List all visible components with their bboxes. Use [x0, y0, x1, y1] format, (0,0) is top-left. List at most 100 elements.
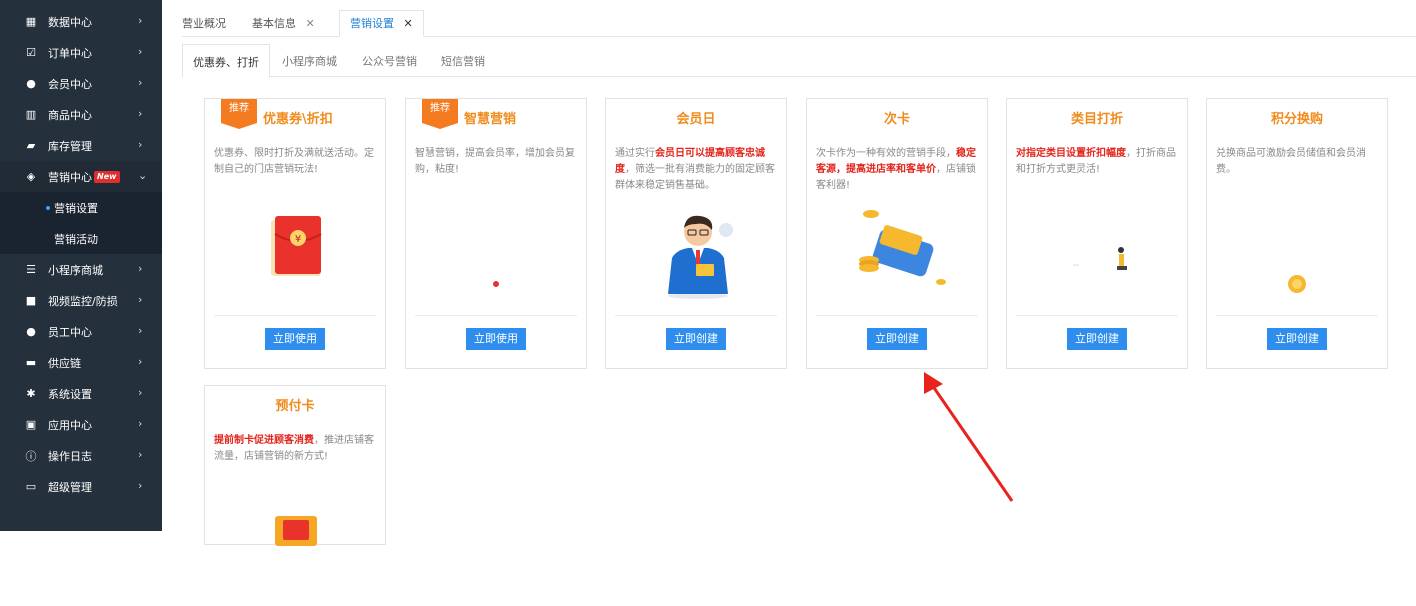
user-icon: ● — [26, 77, 36, 90]
close-icon[interactable]: ✕ — [404, 17, 413, 30]
card-description: 兑换商品可激励会员储值和会员消费。 — [1216, 146, 1379, 178]
sidebar-item-label: 会员中心 — [48, 77, 92, 91]
chevron-right-icon: › — [138, 448, 143, 461]
subtab-sms-marketing[interactable]: 短信营销 — [441, 44, 485, 77]
subtab-label: 公众号营销 — [362, 55, 417, 68]
create-now-button[interactable]: 立即创建 — [666, 328, 726, 350]
main-content: 营业概况 基本信息 ✕ 营销设置 ✕ 优惠券、打折 小程序商城 公众号营销 短信… — [162, 0, 1416, 546]
sidebar-item-system-settings[interactable]: ✱ 系统设置 › — [0, 378, 162, 409]
card-title: 类目打折 — [1070, 112, 1123, 127]
card-title: 智慧营销 — [464, 112, 517, 127]
tab-business-overview[interactable]: 营业概况 — [182, 11, 226, 37]
sidebar-item-product-center[interactable]: ▥ 商品中心 › — [0, 99, 162, 130]
sidebar-item-inventory[interactable]: ▰ 库存管理 › — [0, 130, 162, 161]
subtab-official-account-marketing[interactable]: 公众号营销 — [362, 44, 417, 77]
coin-illustration — [1207, 204, 1387, 304]
sidebar-item-marketing-center[interactable]: ◈ 营销中心 New ⌄ — [0, 161, 162, 192]
tab-label: 基本信息 — [252, 17, 296, 30]
card-description: 次卡作为一种有效的营销手段，稳定客源，提高进店率和客单价，店铺锁客利器! — [816, 146, 979, 194]
chevron-right-icon: › — [138, 76, 143, 89]
sidebar-item-label: 营销中心 — [48, 170, 92, 184]
card-divider — [415, 315, 577, 316]
subtab-label: 小程序商城 — [282, 55, 337, 68]
sidebar-subitem-label: 营销设置 — [54, 201, 98, 215]
card-title: 次卡 — [883, 112, 910, 127]
use-now-button[interactable]: 立即使用 — [265, 328, 325, 350]
staff-icon: ● — [26, 325, 36, 338]
create-now-button[interactable]: 立即创建 — [1067, 328, 1127, 350]
card-description: 提前制卡促进顾客消费，推进店铺客流量，店铺营销的新方式! — [214, 433, 377, 465]
prepaid-illustration — [205, 506, 385, 606]
card-title: 积分换购 — [1270, 112, 1323, 127]
subtab-coupons-discounts[interactable]: 优惠券、打折 — [182, 44, 270, 78]
card-description: 智慧营销，提高会员率，增加会员复购，粘度! — [415, 146, 578, 178]
briefcase-icon: ▣ — [25, 418, 37, 431]
new-badge: New — [94, 170, 120, 183]
books-icon: ▥ — [25, 108, 37, 121]
sidebar-item-supply-chain[interactable]: ▬ 供应链 › — [0, 347, 162, 378]
create-now-button[interactable]: 立即创建 — [1267, 328, 1327, 350]
card-description: 优惠券、限时打折及满就送活动。定制自己的门店营销玩法! — [214, 146, 377, 178]
card-description: 对指定类目设置折扣幅度，打折商品和打折方式更灵活! — [1016, 146, 1179, 178]
sidebar-item-label: 员工中心 — [48, 325, 92, 339]
video-icon: ■ — [25, 294, 37, 307]
use-now-button[interactable]: 立即使用 — [466, 328, 526, 350]
subtab-label: 短信营销 — [441, 55, 485, 68]
card-divider — [615, 315, 777, 316]
card-category-discount: 类目打折 对指定类目设置折扣幅度，打折商品和打折方式更灵活! 立即创建 — [1006, 98, 1188, 369]
sidebar-item-mini-program-mall[interactable]: ☰ 小程序商城 › — [0, 254, 162, 285]
svg-text:¥: ¥ — [295, 234, 301, 245]
sidebar-subitem-marketing-activities[interactable]: 营销活动 — [0, 223, 162, 254]
chevron-right-icon: › — [138, 45, 143, 58]
chevron-right-icon: › — [138, 417, 143, 430]
sidebar-item-super-admin[interactable]: ▭ 超级管理 › — [0, 471, 162, 502]
sidebar-item-label: 系统设置 — [48, 387, 92, 401]
sidebar-item-operation-log[interactable]: ⓘ 操作日志 › — [0, 440, 162, 471]
card-coupon-discount: 推荐 优惠券\折扣 优惠券、限时打折及满就送活动。定制自己的门店营销玩法! ¥ … — [204, 98, 386, 369]
sidebar-item-label: 供应链 — [48, 356, 81, 370]
desc-text: 兑换商品可激励会员储值和会员消费。 — [1216, 148, 1366, 175]
tag-icon: ◈ — [26, 170, 36, 183]
businessman-illustration — [606, 204, 786, 304]
info-icon: ⓘ — [25, 449, 37, 463]
book-icon: ▰ — [26, 139, 36, 152]
active-dot-icon — [46, 205, 50, 210]
card-prepaid-card: 预付卡 提前制卡促进顾客消费，推进店铺客流量，店铺营销的新方式! — [204, 385, 386, 546]
chevron-right-icon: › — [138, 479, 143, 492]
card-divider — [214, 315, 376, 316]
chevron-right-icon: › — [138, 293, 143, 306]
page-tabs: 营业概况 基本信息 ✕ 营销设置 ✕ — [182, 10, 1416, 37]
tab-basic-info[interactable]: 基本信息 ✕ — [252, 11, 315, 37]
sidebar-item-data-center[interactable]: ▦ 数据中心 › — [0, 6, 162, 37]
sidebar-item-video-monitoring[interactable]: ■ 视频监控/防损 › — [0, 285, 162, 316]
desc-text: 次卡作为一种有效的营销手段， — [816, 148, 956, 159]
close-icon[interactable]: ✕ — [306, 17, 315, 30]
sidebar-item-label: 库存管理 — [48, 139, 92, 153]
card-times-card: 次卡 次卡作为一种有效的营销手段，稳定客源，提高进店率和客单价，店铺锁客利器! … — [806, 98, 988, 369]
sidebar-item-label: 商品中心 — [48, 108, 92, 122]
card-title: 预付卡 — [275, 399, 315, 414]
card-title: 会员日 — [676, 112, 716, 127]
card-divider — [1216, 315, 1378, 316]
tab-label: 营业概况 — [182, 17, 226, 30]
loading-dot-illustration — [406, 204, 586, 304]
subtab-label: 优惠券、打折 — [193, 56, 259, 69]
sidebar-item-label: 数据中心 — [48, 15, 92, 29]
subtab-mini-program-mall[interactable]: 小程序商城 — [282, 44, 337, 77]
chevron-right-icon: › — [138, 107, 143, 120]
person-illustration — [1007, 204, 1187, 304]
card-points-redemption: 积分换购 兑换商品可激励会员储值和会员消费。 立即创建 — [1206, 98, 1388, 369]
sidebar-item-app-center[interactable]: ▣ 应用中心 › — [0, 409, 162, 440]
sidebar-item-member-center[interactable]: ● 会员中心 › — [0, 68, 162, 99]
create-now-button[interactable]: 立即创建 — [867, 328, 927, 350]
tab-marketing-settings[interactable]: 营销设置 ✕ — [339, 10, 424, 37]
sidebar-item-staff-center[interactable]: ● 员工中心 › — [0, 316, 162, 347]
chevron-right-icon: › — [138, 14, 143, 27]
card-title: 优惠券\折扣 — [263, 112, 333, 127]
truck-icon: ▬ — [25, 356, 37, 369]
sidebar-subitem-marketing-settings[interactable]: 营销设置 — [0, 192, 162, 223]
desc-text: ，筛选一批有消费能力的固定顾客群体来稳定销售基础。 — [615, 164, 775, 191]
wallet-coins-illustration — [807, 204, 987, 304]
sidebar-item-order-center[interactable]: ☑ 订单中心 › — [0, 37, 162, 68]
chevron-right-icon: › — [138, 324, 143, 337]
